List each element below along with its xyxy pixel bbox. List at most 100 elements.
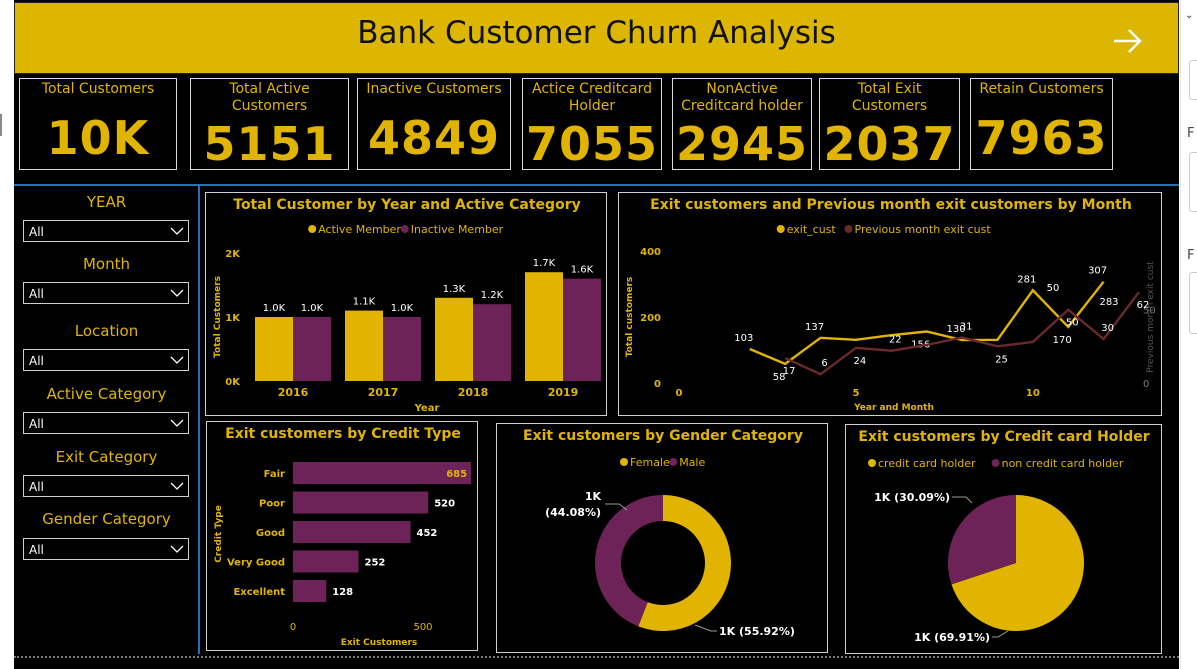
side-pane-edge: ⌄ F F [1180,0,1197,669]
arrow-right-icon[interactable] [1108,21,1148,61]
kpi-label: Inactive Customers [366,81,502,97]
chevron-down-icon [170,289,184,297]
bar[interactable] [435,297,473,381]
chart-year-active-panel[interactable]: Total Customer by Year and Active Catego… [205,192,607,416]
divider [198,184,200,654]
y-tick-label: Excellent [233,587,285,598]
legend-marker [620,458,628,466]
slicer-title-location: Location [74,322,139,340]
bar[interactable] [293,491,429,514]
slicer-value: All [29,417,44,431]
data-label: 452 [417,528,438,539]
bar[interactable] [525,272,563,381]
chart-exit-month-panel[interactable]: Exit customers and Previous month exit c… [618,192,1162,416]
side-pane-box[interactable] [1189,272,1197,334]
bar[interactable] [293,521,411,543]
kpi-value: 7055 [525,117,659,171]
side-pane-letter: F [1187,248,1195,263]
kpi-nonactive-creditcard: NonActive Creditcard holder 2945 [672,78,812,171]
kpi-label: NonActive Creditcard holder [681,81,803,114]
slicer-gender-category-dropdown[interactable]: All [23,538,189,560]
kpi-label: Total Customers [41,81,155,97]
y2-tick-label: 0 [1143,379,1149,390]
bar[interactable] [383,317,421,381]
slicer-value: All [29,225,44,239]
slicer-value: All [29,543,44,557]
data-label: 24 [854,356,867,367]
data-label: 25 [995,354,1008,365]
chart-gender-panel[interactable]: Exit customers by Gender Category Female M… [496,423,828,653]
chart-credit-type-panel[interactable]: Exit customers by Credit Type Fair 685 Poor… [206,421,478,651]
slicer-exit-category-dropdown[interactable]: All [23,475,189,497]
chart-title: Exit customers by Credit card Holder [858,429,1149,445]
data-label: 103 [734,333,753,344]
y-axis-title: Total customers [625,277,635,358]
data-label: 1K [585,490,602,503]
slicer-title-gender-category: Gender Category [42,510,171,528]
legend-label: Male [679,456,705,469]
y-tick-label: 0 [654,379,661,390]
bar[interactable] [293,580,327,602]
kpi-value: 7963 [975,111,1108,165]
data-label: 1.3K [443,284,466,295]
side-pane-box[interactable] [1189,152,1197,212]
data-label: 1.7K [533,258,556,269]
data-label: 1.2K [481,290,504,301]
legend-marker [991,459,1000,467]
data-label: 281 [1017,274,1036,285]
x-tick-label: 2017 [368,386,399,399]
x-tick-label: 0 [290,622,296,633]
data-label: 137 [805,322,824,333]
chart-cc-holder: Exit customers by Credit card Holder cred… [858,429,1149,644]
leader-line [952,496,973,504]
y-tick-label: Poor [259,499,285,510]
report-canvas: Bank Customer Churn Analysis Total Custo… [14,0,1179,669]
legend-marker [776,225,785,233]
data-label: 1K (69.91%) [914,631,990,644]
legend-marker [400,225,409,233]
chevron-down-icon [170,482,184,490]
data-label: 1.1K [353,297,376,308]
legend-label: exit_cust [787,223,837,236]
y-tick-label: 400 [640,247,661,258]
y-tick-label: 0K [225,377,241,388]
chart-legend[interactable]: exit_cust Previous month exit cust [776,223,992,236]
chart-title: Total Customer by Year and Active Catego… [233,197,580,213]
data-label: 520 [434,499,455,510]
slicer-location-dropdown[interactable]: All [23,349,189,371]
data-label: 22 [889,335,902,346]
bar[interactable] [345,310,383,381]
slicer-title-year: YEAR [86,193,127,211]
data-label: 30 [1101,323,1114,334]
side-pane-box[interactable] [1189,60,1197,100]
chart-legend[interactable]: Female Male [620,456,705,469]
data-label: 307 [1088,266,1107,277]
x-tick-label: 2016 [278,386,309,399]
kpi-label: Actice Creditcard Holder [532,81,652,114]
series-line[interactable] [749,280,1105,366]
slicer-value: All [29,354,44,368]
bar[interactable] [293,462,472,484]
slicer-active-category-dropdown[interactable]: All [23,412,189,434]
data-label: 1K (30.09%) [874,491,950,504]
chevron-down-icon [170,545,184,553]
bar[interactable] [255,317,293,381]
slicer-month-dropdown[interactable]: All [23,282,189,304]
bar[interactable] [473,304,511,381]
slicer-year-dropdown[interactable]: All [23,220,189,242]
data-label: 128 [332,587,353,598]
bar[interactable] [293,550,359,573]
bar[interactable] [293,317,331,381]
data-label: 283 [1099,297,1118,308]
x-tick-label: 10 [1026,388,1040,399]
chart-legend[interactable]: Active Member Inactive Member [308,223,504,236]
chart-legend[interactable]: credit card holder non credit card holder [868,457,1124,470]
y-tick-label: 1K [225,313,241,324]
bar[interactable] [563,278,601,381]
chart-cc-holder-panel[interactable]: Exit customers by Credit card Holder cred… [845,424,1162,654]
legend-marker [868,459,876,467]
slicer-title-exit-category: Exit Category [55,448,158,466]
side-pane-chevron-icon[interactable]: ⌄ [1185,10,1193,21]
slicer-value: All [29,287,44,301]
data-label: 17 [783,366,796,377]
